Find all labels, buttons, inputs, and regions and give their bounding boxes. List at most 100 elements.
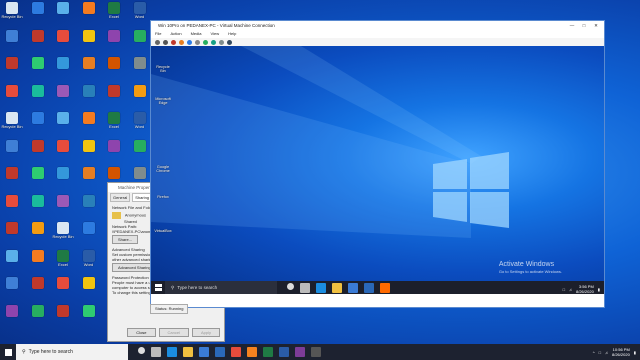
desktop-shortcut-icon[interactable] (52, 194, 74, 219)
guest-edge-icon[interactable]: Microsoft Edge (153, 84, 173, 105)
menu-action[interactable]: Action (170, 30, 181, 38)
word-taskbar-icon[interactable] (279, 347, 289, 357)
desktop-shortcut-icon[interactable] (78, 222, 100, 246)
desktop-shortcut-icon[interactable] (1, 57, 23, 81)
desktop-shortcut-icon[interactable] (1, 277, 23, 301)
enhanced-session-icon[interactable] (227, 39, 232, 45)
mail-icon[interactable] (364, 282, 374, 293)
task-view-icon[interactable] (300, 282, 310, 293)
desktop-shortcut-icon[interactable] (1, 84, 23, 109)
guest-firefox-icon[interactable]: Firefox (153, 182, 173, 199)
pause-icon[interactable] (195, 39, 200, 45)
desktop-shortcut-icon[interactable] (52, 57, 74, 81)
volume-icon[interactable]: ♫ (605, 350, 608, 355)
desktop-shortcut-icon[interactable] (103, 84, 125, 109)
desktop-shortcut-icon[interactable] (78, 167, 100, 191)
guest-virtualbox-icon[interactable]: VirtualBox (153, 216, 173, 233)
desktop-shortcut-icon[interactable] (27, 222, 49, 246)
close-icon[interactable]: ✕ (590, 21, 602, 30)
guest-recycle-bin-icon[interactable]: Recycle Bin (153, 52, 173, 73)
checkpoint-icon[interactable] (211, 39, 216, 45)
reset-icon[interactable] (203, 39, 208, 45)
office-icon[interactable] (380, 282, 390, 293)
desktop-shortcut-icon[interactable] (52, 304, 74, 329)
desktop-shortcut-icon[interactable] (52, 167, 74, 191)
edge-taskbar-icon[interactable] (316, 282, 326, 293)
desktop-shortcut-icon[interactable] (27, 304, 49, 329)
cortana-icon[interactable] (287, 282, 294, 290)
desktop-shortcut-icon[interactable] (27, 167, 49, 191)
desktop-shortcut-icon[interactable] (1, 139, 23, 164)
mail-icon[interactable] (215, 347, 225, 357)
share-button[interactable]: Share... (112, 235, 139, 244)
desktop-shortcut-icon[interactable] (129, 139, 151, 164)
desktop-shortcut-icon[interactable] (27, 2, 49, 26)
desktop-shortcut-icon[interactable] (1, 167, 23, 191)
excel-taskbar-icon[interactable] (263, 347, 273, 357)
maximize-icon[interactable]: □ (578, 21, 590, 30)
desktop-shortcut-icon[interactable] (78, 304, 100, 329)
desktop-shortcut-icon[interactable] (78, 139, 100, 164)
desktop-shortcut-icon[interactable] (78, 57, 100, 81)
guest-start-button[interactable] (151, 281, 165, 294)
desktop-shortcut-icon[interactable]: Recycle Bin (52, 222, 74, 246)
desktop-shortcut-icon[interactable] (103, 29, 125, 54)
chrome-taskbar-icon[interactable] (231, 347, 241, 357)
menu-view[interactable]: View (210, 30, 219, 38)
vmconnect-taskbar-icon[interactable] (311, 347, 321, 357)
revert-icon[interactable] (219, 39, 224, 45)
guest-desktop[interactable]: Recycle Bin Microsoft Edge Google Chrome… (151, 46, 604, 294)
desktop-shortcut-icon[interactable]: Excel (103, 2, 125, 26)
host-search-box[interactable]: ⚲ Type here to search (16, 344, 128, 360)
chevron-up-icon[interactable]: ^ (593, 350, 595, 355)
desktop-shortcut-icon[interactable]: Excel (103, 112, 125, 136)
desktop-shortcut-icon[interactable] (103, 139, 125, 164)
desktop-shortcut-icon[interactable] (27, 84, 49, 109)
desktop-shortcut-icon[interactable] (27, 194, 49, 219)
desktop-shortcut-icon[interactable] (52, 29, 74, 54)
tab-general[interactable]: General (110, 193, 131, 202)
desktop-shortcut-icon[interactable] (1, 194, 23, 219)
desktop-shortcut-icon[interactable] (1, 249, 23, 274)
desktop-shortcut-icon[interactable] (52, 277, 74, 301)
desktop-shortcut-icon[interactable] (129, 57, 151, 81)
turn-off-icon[interactable] (171, 39, 176, 45)
close-button[interactable]: Close (127, 328, 156, 337)
menu-help[interactable]: Help (228, 30, 236, 38)
desktop-shortcut-icon[interactable]: Excel (52, 249, 74, 274)
desktop-shortcut-icon[interactable] (78, 112, 100, 136)
desktop-shortcut-icon[interactable]: Word (129, 112, 151, 136)
desktop-shortcut-icon[interactable] (78, 29, 100, 54)
desktop-shortcut-icon[interactable]: Recycle Bin (1, 2, 23, 26)
desktop-shortcut-icon[interactable] (78, 84, 100, 109)
minimize-icon[interactable]: — (566, 21, 578, 30)
cancel-button[interactable]: Cancel (158, 328, 189, 337)
firefox-taskbar-icon[interactable] (247, 347, 257, 357)
menu-media[interactable]: Media (191, 30, 202, 38)
menu-file[interactable]: File (155, 30, 161, 38)
network-icon[interactable]: □ (563, 287, 565, 292)
apply-button[interactable]: Apply (191, 328, 220, 337)
desktop-shortcut-icon[interactable] (27, 249, 49, 274)
cortana-icon[interactable] (138, 347, 145, 354)
desktop-shortcut-icon[interactable]: Word (129, 2, 151, 26)
desktop-shortcut-icon[interactable] (103, 57, 125, 81)
desktop-shortcut-icon[interactable] (27, 139, 49, 164)
shutdown-icon[interactable] (179, 39, 184, 45)
save-state-icon[interactable] (187, 39, 192, 45)
task-view-icon[interactable] (151, 347, 161, 357)
guest-clock[interactable]: 3:56 PM 8/26/2020 (576, 284, 594, 294)
desktop-shortcut-icon[interactable] (27, 57, 49, 81)
desktop-shortcut-icon[interactable] (1, 222, 23, 246)
desktop-shortcut-icon[interactable] (78, 277, 100, 301)
store-icon[interactable] (348, 282, 358, 293)
desktop-shortcut-icon[interactable] (27, 29, 49, 54)
guest-search-box[interactable]: ⚲ Type here to search (165, 281, 277, 294)
desktop-shortcut-icon[interactable] (52, 139, 74, 164)
edge-taskbar-icon[interactable] (167, 347, 177, 357)
store-icon[interactable] (199, 347, 209, 357)
ctrl-alt-del-icon[interactable] (155, 39, 160, 45)
desktop-shortcut-icon[interactable] (78, 2, 100, 26)
desktop-shortcut-icon[interactable]: Word (78, 249, 100, 274)
file-explorer-icon[interactable] (183, 347, 193, 357)
